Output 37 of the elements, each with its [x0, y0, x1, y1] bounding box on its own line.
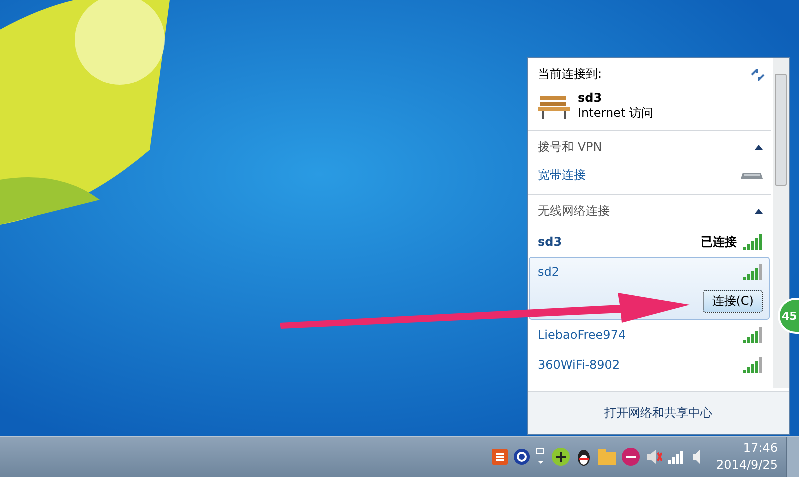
input-method-icon[interactable]: [492, 449, 508, 465]
network-item[interactable]: LiebaoFree974: [529, 320, 770, 350]
show-desktop-button[interactable]: [786, 437, 799, 477]
network-item[interactable]: sd3 已连接: [529, 227, 770, 257]
plus-circle-icon[interactable]: [552, 448, 570, 466]
network-name: LiebaoFree974: [538, 328, 628, 342]
clock[interactable]: 17:46 2014/9/25: [716, 440, 786, 474]
current-connection-label: 当前连接到:: [538, 66, 602, 83]
speaker-icon[interactable]: [692, 449, 702, 465]
expand-tray-icon[interactable]: [536, 448, 546, 466]
network-name: sd3: [538, 235, 564, 249]
connection-status: 已连接: [701, 234, 737, 250]
signal-icon: [743, 264, 763, 280]
network-name: sd2: [538, 265, 561, 279]
network-center-link[interactable]: 打开网络和共享中心: [604, 404, 712, 422]
signal-icon: [743, 357, 763, 373]
connect-button[interactable]: 连接(C): [703, 290, 763, 313]
signal-icon: [743, 327, 763, 343]
help-icon[interactable]: [514, 449, 530, 465]
section-title: 无线网络连接: [538, 202, 610, 220]
signal-icon: [743, 234, 763, 250]
caret-icon[interactable]: [755, 208, 763, 214]
time: 17:46: [743, 440, 778, 457]
penguin-icon[interactable]: [576, 448, 592, 466]
dialup-connection[interactable]: 宽带连接: [538, 167, 586, 184]
refresh-icon[interactable]: [751, 68, 765, 80]
caret-icon[interactable]: [755, 144, 763, 150]
minus-circle-icon[interactable]: [622, 448, 640, 466]
date: 2014/9/25: [716, 457, 778, 474]
section-title: 拨号和 VPN: [538, 138, 602, 156]
network-item[interactable]: 360WiFi-8902: [529, 350, 770, 380]
access-status: Internet 访问: [578, 105, 654, 122]
network-name: 360WiFi-8902: [538, 358, 622, 372]
bench-icon: [538, 94, 570, 120]
modem-icon: [741, 170, 763, 180]
speaker-muted-icon[interactable]: [646, 449, 662, 465]
connected-network-name: sd3: [578, 91, 604, 105]
